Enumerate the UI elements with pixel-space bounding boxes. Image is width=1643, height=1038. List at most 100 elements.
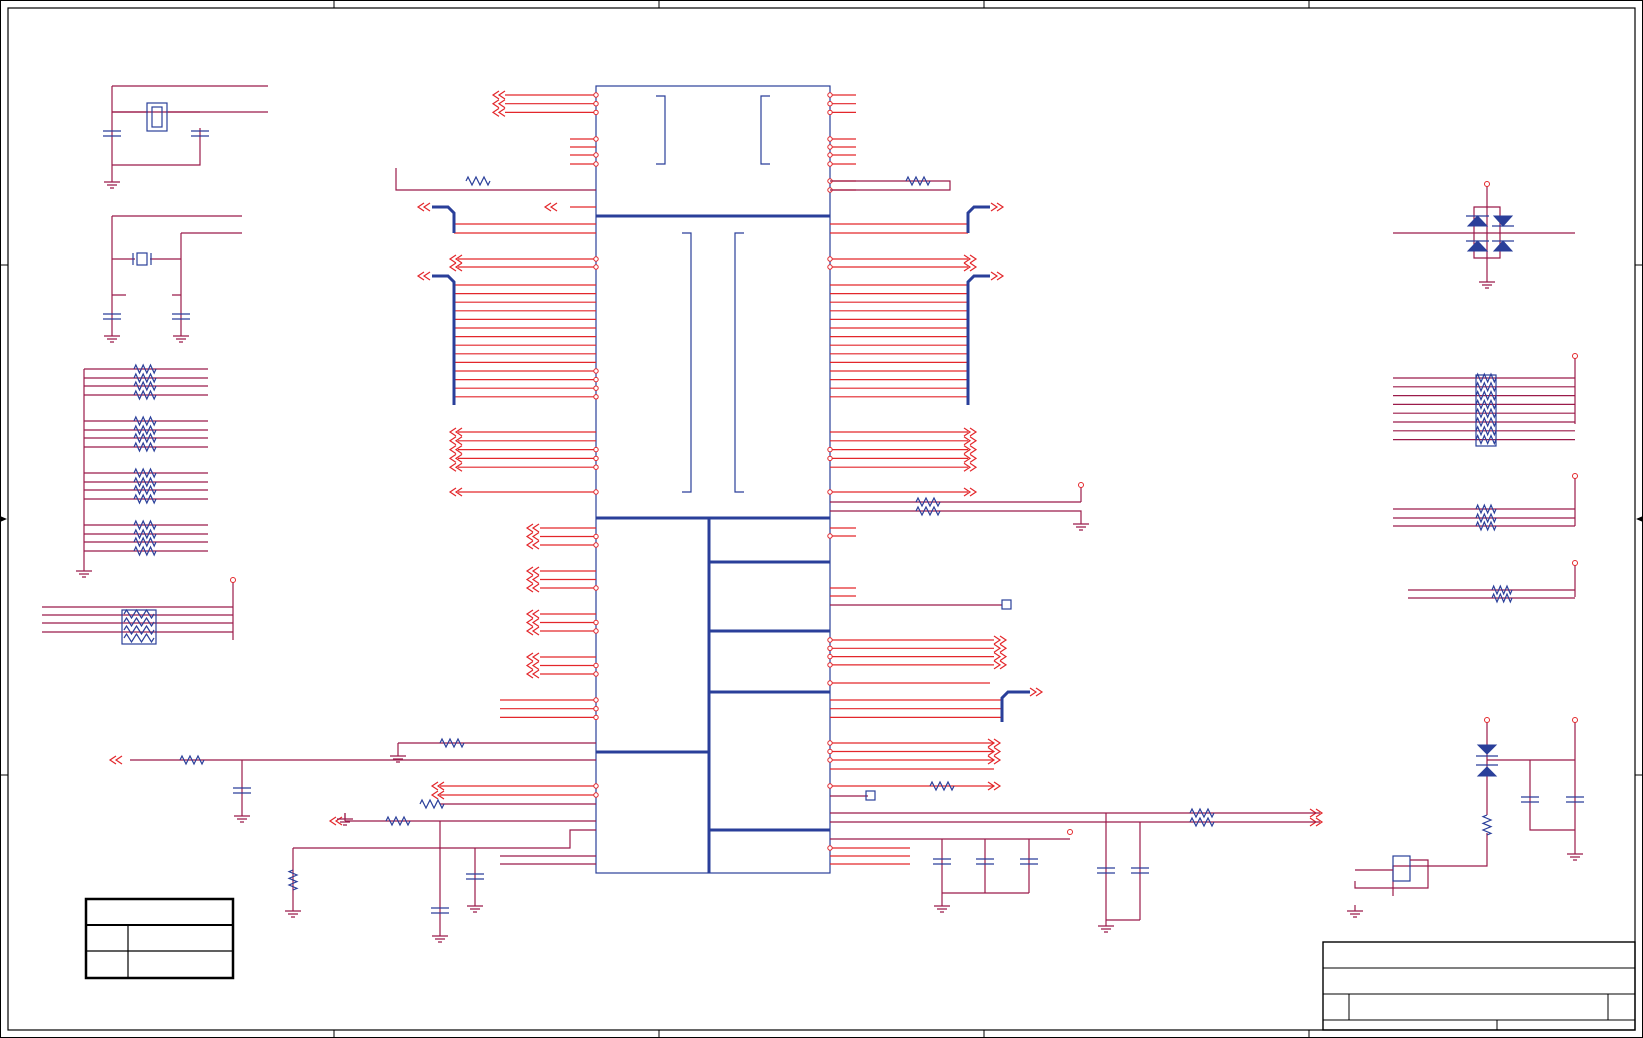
offpage-connector [416,202,431,212]
offpage-connector [993,660,1008,670]
resistor [1475,398,1497,410]
offpage-connector [993,643,1008,653]
offpage-connector [525,540,540,550]
main-ic [595,85,831,874]
resistor [133,545,157,557]
pin-dot [827,101,833,107]
pin-dot [593,783,599,789]
offpage-connector [993,635,1008,645]
resistor [133,380,157,392]
offpage-connector [328,816,343,826]
resistor [1491,584,1513,596]
pin-dot [827,256,833,262]
pin-dot [827,662,833,668]
resistor [1475,407,1497,419]
resistor [439,737,465,749]
offpage-connector [108,755,123,765]
resistor [123,632,155,644]
ground-symbol [173,330,189,343]
offpage-connector [990,202,1005,212]
resistor [1475,381,1497,393]
resistor [133,441,157,453]
offpage-connector [993,652,1008,662]
resistor [1189,807,1215,819]
resistor [1475,520,1497,532]
pin-dot [593,792,599,798]
decoupling-caps [830,482,1320,921]
pin-dot [593,394,599,400]
resistor [385,815,411,827]
pin-dot [593,464,599,470]
pin-dot [827,489,833,495]
resistor [133,528,157,540]
resistor [1475,434,1497,446]
ground-symbol [1073,518,1089,531]
resistor [1475,390,1497,402]
crystal-y1 [103,85,268,176]
pin-dot [593,264,599,270]
pin-dot [593,533,599,540]
pin-dot [827,740,833,746]
resistor [179,754,205,766]
pin-dot [593,542,599,548]
resistor [1491,592,1513,604]
resistor [133,476,157,488]
offpage-connector [525,661,540,670]
offpage-connector [491,99,506,109]
ground-symbol [1347,905,1363,918]
header-connector [1354,717,1584,896]
ground-symbol [934,900,950,913]
revision-block [84,897,235,980]
offpage-connector [525,652,540,662]
pin-dot [827,446,833,453]
offpage-connector [990,271,1005,281]
pin-dot [827,92,833,98]
offpage-connector [491,90,506,100]
resistor [133,372,157,384]
ic-pin-lines [42,92,1575,865]
resistor [419,798,445,810]
ground-symbol [76,565,92,578]
offpage-connector [491,107,506,117]
pin-dot [827,152,833,158]
resistor [133,389,157,401]
pin-dot [593,697,599,703]
resistor [133,536,157,548]
resistor [123,624,155,636]
reset-circuits [130,168,951,930]
offpage-connector [525,583,540,593]
pin-dot [593,152,599,158]
offpage-connectors [108,90,1324,827]
pin-dot [593,706,599,712]
offpage-connector [525,566,540,576]
pin-dot [593,136,599,142]
ground-symbol [104,330,120,343]
resistor [133,493,157,505]
pin-dot [827,645,833,651]
pin-dot [593,662,599,669]
pin-dot [827,748,833,755]
resistor [465,175,491,187]
resistor [1475,503,1497,515]
offpage-connector [1029,687,1044,697]
offpage-connector [525,532,540,541]
right-resistor-rows [1475,353,1578,597]
offpage-connector [543,202,558,212]
pin-dot [593,385,599,391]
pin-dot [593,619,599,626]
ground-symbol [1098,920,1114,933]
pin-dot [827,637,833,643]
offpage-connector [525,618,540,627]
resistor [133,519,157,531]
resistor [1481,814,1493,836]
crystal-y2 [103,215,242,330]
pin-dot [593,455,599,462]
pin-dot [827,845,833,851]
resistor [929,780,955,792]
offpage-connector [525,575,540,584]
pin-dot [593,101,599,107]
resistor [133,432,157,444]
ground-symbol [104,176,120,189]
pin-dot [593,585,599,591]
pin-dot [593,714,599,721]
